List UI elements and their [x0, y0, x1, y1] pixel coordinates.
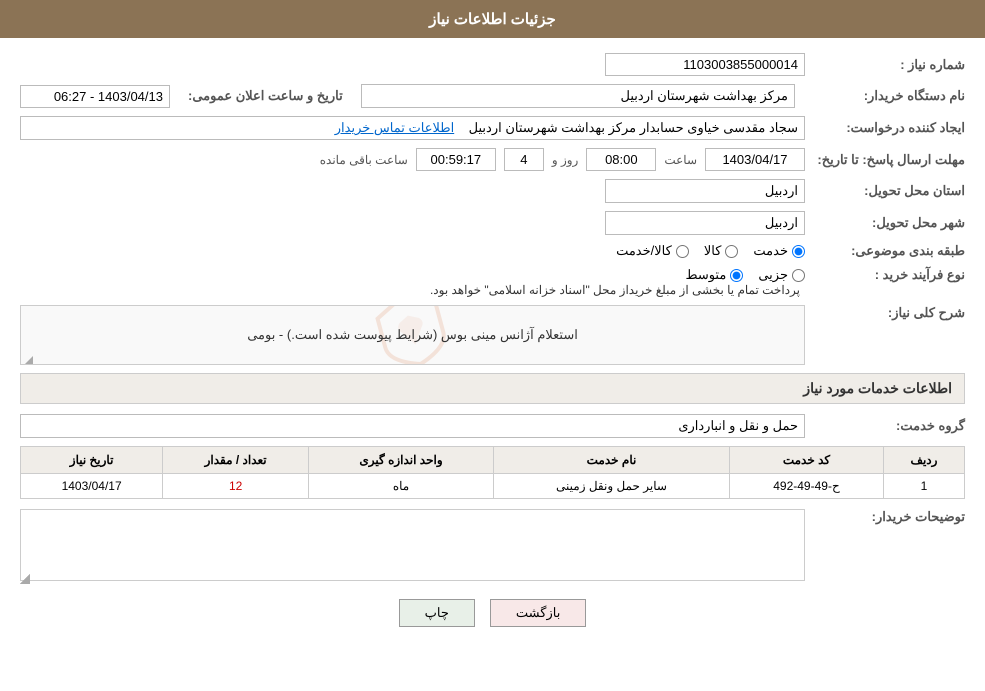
page-title: جزئیات اطلاعات نیاز	[429, 11, 556, 28]
description-label: شرح کلی نیاز:	[805, 305, 965, 365]
resize-handle[interactable]	[23, 352, 33, 362]
cell-service-name: سایر حمل ونقل زمینی	[494, 474, 730, 499]
subject-radio-group: خدمت کالا کالا/خدمت	[616, 243, 805, 259]
process-content: جزیی متوسط پرداخت تمام یا بخشی از مبلغ خ…	[20, 267, 805, 297]
subject-label-both: کالا/خدمت	[616, 243, 672, 259]
process-row: نوع فرآیند خرید : جزیی متوسط پرداخت تمام…	[20, 267, 965, 297]
subject-radio-goods[interactable]	[725, 245, 738, 258]
cell-row-num: 1	[884, 474, 965, 499]
service-group-value: حمل و نقل و انبارداری	[20, 414, 805, 438]
process-label-medium: متوسط	[685, 267, 726, 283]
col-need-date: تاریخ نیاز	[21, 447, 163, 474]
cell-unit: ماه	[309, 474, 494, 499]
buyer-description-row: توضیحات خریدار:	[20, 509, 965, 584]
page-wrapper: جزئیات اطلاعات نیاز شماره نیاز : 1103003…	[0, 0, 985, 691]
buyer-org-label: نام دستگاه خریدار:	[805, 88, 965, 104]
process-option-partial[interactable]: جزیی	[758, 267, 805, 283]
print-button[interactable]: چاپ	[399, 599, 475, 627]
description-row: شرح کلی نیاز: استعلام آژانس مینی بوس (شر…	[20, 305, 965, 365]
delivery-province-label: استان محل تحویل:	[805, 183, 965, 199]
subject-option-both[interactable]: کالا/خدمت	[616, 243, 689, 259]
delivery-city-value: اردبیل	[605, 211, 805, 235]
cell-need-date: 1403/04/17	[21, 474, 163, 499]
page-header: جزئیات اطلاعات نیاز	[0, 0, 985, 38]
process-radio-group: جزیی متوسط	[20, 267, 805, 283]
announcement-row: نام دستگاه خریدار: مرکز بهداشت شهرستان ا…	[20, 84, 965, 108]
reply-time-label: ساعت	[664, 153, 697, 167]
delivery-province-row: استان محل تحویل: اردبیل	[20, 179, 965, 203]
service-group-row: گروه خدمت: حمل و نقل و انبارداری	[20, 414, 965, 438]
col-service-code: کد خدمت	[729, 447, 883, 474]
process-radio-medium[interactable]	[730, 269, 743, 282]
subject-label-service: خدمت	[753, 243, 788, 259]
buyer-description-textarea[interactable]	[20, 509, 805, 581]
service-table: ردیف کد خدمت نام خدمت واحد اندازه گیری ت…	[20, 446, 965, 499]
content-area: شماره نیاز : 1103003855000014 نام دستگاه…	[0, 38, 985, 657]
back-button[interactable]: بازگشت	[490, 599, 586, 627]
delivery-city-label: شهر محل تحویل:	[805, 215, 965, 231]
creator-label: ایجاد کننده درخواست:	[805, 120, 965, 136]
reply-remaining: 00:59:17	[416, 148, 496, 171]
announcement-datetime-value: 1403/04/13 - 06:27	[20, 85, 170, 108]
cell-service-code: ح-49-49-492	[729, 474, 883, 499]
service-group-label: گروه خدمت:	[805, 418, 965, 434]
reply-time: 08:00	[586, 148, 656, 171]
reply-deadline-inputs: 1403/04/17 ساعت 08:00 روز و 4 00:59:17 س…	[320, 148, 805, 171]
col-row-num: ردیف	[884, 447, 965, 474]
table-row: 1 ح-49-49-492 سایر حمل ونقل زمینی ماه 12…	[21, 474, 965, 499]
process-description: پرداخت تمام یا بخشی از مبلغ خریداز محل "…	[20, 283, 805, 297]
reply-days-label: روز و	[552, 153, 579, 167]
description-value: استعلام آژانس مینی بوس (شرایط پیوست شده …	[239, 319, 586, 351]
delivery-city-row: شهر محل تحویل: اردبیل	[20, 211, 965, 235]
subject-label: طبقه بندی موضوعی:	[805, 243, 965, 259]
cell-quantity: 12	[163, 474, 309, 499]
subject-radio-both[interactable]	[676, 245, 689, 258]
process-label: نوع فرآیند خرید :	[805, 267, 965, 283]
delivery-province-value: اردبیل	[605, 179, 805, 203]
need-number-value: 1103003855000014	[605, 53, 805, 76]
reply-date: 1403/04/17	[705, 148, 805, 171]
need-number-label: شماره نیاز :	[805, 57, 965, 73]
subject-row: طبقه بندی موضوعی: خدمت کالا کالا/خدمت	[20, 243, 965, 259]
buyer-org-value: مرکز بهداشت شهرستان اردبیل	[361, 84, 795, 108]
contact-link[interactable]: اطلاعات تماس خریدار	[335, 120, 454, 135]
buyer-description-label: توضیحات خریدار:	[805, 509, 965, 525]
buyer-description-wrapper	[20, 509, 805, 584]
subject-option-service[interactable]: خدمت	[753, 243, 805, 259]
process-label-partial: جزیی	[758, 267, 788, 283]
subject-radio-service[interactable]	[792, 245, 805, 258]
col-quantity: تعداد / مقدار	[163, 447, 309, 474]
process-radio-partial[interactable]	[792, 269, 805, 282]
button-row: بازگشت چاپ	[20, 599, 965, 627]
table-body: 1 ح-49-49-492 سایر حمل ونقل زمینی ماه 12…	[21, 474, 965, 499]
reply-deadline-label: مهلت ارسال پاسخ: تا تاریخ:	[805, 152, 965, 168]
reply-deadline-row: مهلت ارسال پاسخ: تا تاریخ: 1403/04/17 سا…	[20, 148, 965, 171]
description-area: استعلام آژانس مینی بوس (شرایط پیوست شده …	[20, 305, 805, 365]
services-section-title: اطلاعات خدمات مورد نیاز	[20, 373, 965, 404]
col-unit: واحد اندازه گیری	[309, 447, 494, 474]
subject-option-goods[interactable]: کالا	[704, 243, 739, 259]
creator-row: ایجاد کننده درخواست: سجاد مقدسی خیاوی حس…	[20, 116, 965, 140]
reply-days: 4	[504, 148, 544, 171]
reply-remaining-label: ساعت باقی مانده	[320, 153, 408, 167]
col-service-name: نام خدمت	[494, 447, 730, 474]
subject-label-goods: کالا	[704, 243, 722, 259]
table-header: ردیف کد خدمت نام خدمت واحد اندازه گیری ت…	[21, 447, 965, 474]
creator-value: سجاد مقدسی خیاوی حسابدار مرکز بهداشت شهر…	[20, 116, 805, 140]
need-number-row: شماره نیاز : 1103003855000014	[20, 53, 965, 76]
description-resize-handle[interactable]	[20, 574, 30, 584]
process-option-medium[interactable]: متوسط	[685, 267, 743, 283]
announcement-label: تاریخ و ساعت اعلان عمومی:	[180, 88, 351, 104]
